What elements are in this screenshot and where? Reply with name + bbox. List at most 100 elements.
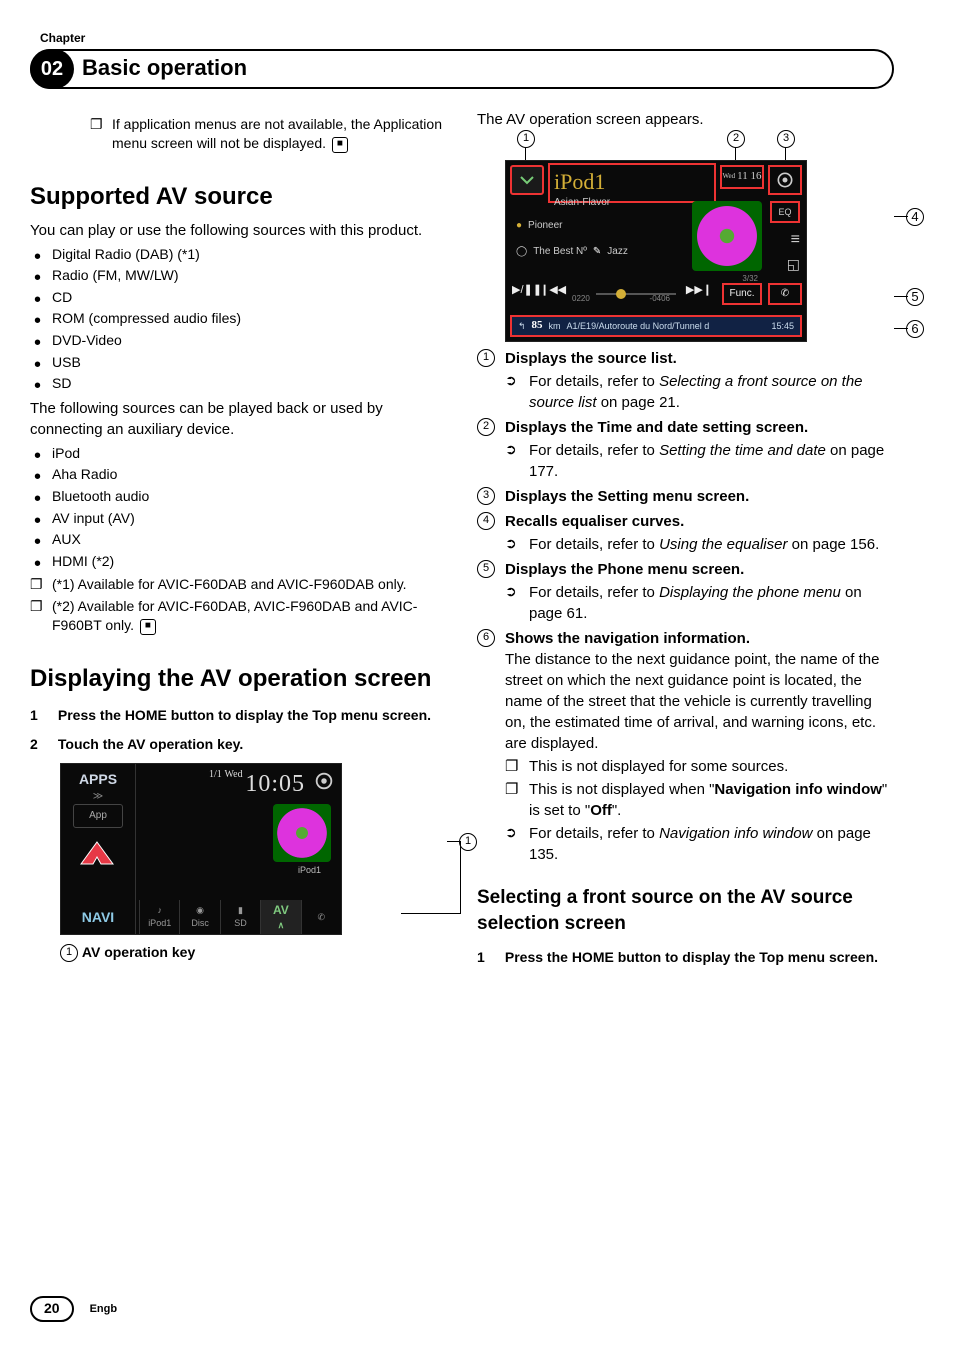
list-item: Digital Radio (DAB) (*1) (30, 245, 447, 265)
legend-item: 2 Displays the Time and date setting scr… (477, 417, 894, 482)
tab-disc[interactable]: ◉Disc (179, 900, 219, 934)
chapter-header: 02 Basic operation (30, 49, 894, 89)
text: on page 21. (597, 394, 680, 411)
settings-button[interactable] (768, 165, 802, 195)
window-icon[interactable]: ◱ (787, 255, 800, 275)
nav-turn-icon: ↰ (518, 320, 526, 333)
legend-item: 3 Displays the Setting menu screen. (477, 486, 894, 507)
func-button[interactable]: Func. (722, 283, 762, 305)
nav-arrow-icon[interactable] (77, 840, 117, 868)
divider (135, 764, 136, 934)
footnote-list: (*1) Available for AVIC-F60DAB and AVIC-… (30, 575, 447, 636)
step-1: 1 Press the HOME button to display the T… (30, 706, 447, 726)
disc-icon: ◯ (516, 245, 527, 259)
displaying-av-heading: Displaying the AV operation screen (30, 662, 447, 696)
av-screenshot-figure: iPod1 Asian-Flavor Wed 11 16 EQ ≡ ◱ 3/32 (505, 160, 894, 342)
tab-sd[interactable]: ▮SD (220, 900, 260, 934)
footnote: (*2) Available for AVIC-F60DAB, AVIC-F96… (30, 597, 447, 636)
phone-button[interactable]: ✆ (768, 283, 802, 305)
callout-4: 4 (906, 208, 924, 226)
section-end-icon (332, 137, 348, 153)
track-title: Asian-Flavor (554, 196, 710, 210)
nav-eta: 15:45 (771, 320, 794, 333)
apps-label[interactable]: APPS (65, 770, 131, 790)
sel-step-1: 1 Press the HOME button to display the T… (477, 948, 894, 968)
play-pause-button[interactable]: ▶/❚❚ (512, 283, 542, 298)
tab-label: Disc (191, 917, 209, 930)
tab-ipod[interactable]: ♪iPod1 (139, 900, 179, 934)
date-value: 11 16 (737, 169, 761, 184)
navi-label[interactable]: NAVI (65, 908, 131, 928)
bold-term: Navigation info window (714, 781, 882, 798)
list-item: iPod (30, 444, 447, 464)
list-item: Aha Radio (30, 465, 447, 485)
bold-term: Off (590, 802, 612, 819)
legend-label-rest: operation key (100, 944, 195, 960)
edit-icon[interactable]: ✎ (593, 245, 601, 259)
legend-1: 1 AV operation key (30, 943, 447, 963)
page-number: 20 (30, 1296, 74, 1322)
app-tile[interactable]: App (73, 804, 123, 828)
legend-detail: For details, refer to Displaying the pho… (505, 582, 894, 624)
progress-handle[interactable] (616, 289, 626, 299)
legend-note: This is not displayed when "Navigation i… (505, 779, 894, 821)
album-row: ◯ The Best Nº ✎ Jazz (516, 245, 686, 259)
time: 10:05 (245, 771, 305, 797)
text: on page 156. (787, 536, 879, 553)
source-list-button[interactable] (510, 165, 544, 195)
legend-num: 4 (477, 512, 495, 530)
album-art[interactable] (273, 804, 331, 862)
ref-italic: Navigation info window (659, 825, 812, 842)
step-number: 2 (30, 735, 54, 755)
content-columns: If application menus are not available, … (30, 109, 894, 972)
legend-title: Displays the source list. (505, 350, 677, 367)
callout-2: 2 (727, 130, 745, 148)
legend-item: 4 Recalls equaliser curves. For details,… (477, 511, 894, 555)
artist-row: ● Pioneer (516, 219, 686, 233)
nav-info-bar[interactable]: ↰ 85 km A1/E19/Autoroute du Nord/Tunnel … (510, 315, 802, 337)
callout-6: 6 (906, 320, 924, 338)
genre-name: Jazz (607, 245, 628, 259)
tab-label: AV (273, 902, 289, 919)
page-footer: 20 Engb (30, 1296, 117, 1322)
supported-intro: You can play or use the following source… (30, 220, 447, 241)
legend-title: Recalls equaliser curves. (505, 513, 684, 530)
step-text: Touch the AV operation key. (58, 736, 243, 752)
source-list-1: Digital Radio (DAB) (*1) Radio (FM, MW/L… (30, 245, 447, 394)
intro-note-text: If application menus are not available, … (112, 116, 442, 152)
legend-detail: For details, refer to Setting the time a… (505, 440, 894, 482)
nav-street: A1/E19/Autoroute du Nord/Tunnel d (567, 320, 710, 333)
text: For details, refer to (529, 584, 659, 601)
legend-title: Displays the Setting menu screen. (505, 488, 749, 505)
selecting-source-heading: Selecting a front source on the AV sourc… (477, 885, 894, 938)
footnote-text: (*2) Available for AVIC-F60DAB, AVIC-F96… (52, 598, 417, 634)
list-item: DVD-Video (30, 331, 447, 351)
tab-phone[interactable]: ✆ (301, 900, 341, 934)
step-text: Press the HOME button to display the Top… (58, 707, 431, 723)
datetime-button[interactable]: Wed 11 16 (720, 165, 764, 189)
right-column: The AV operation screen appears. 1 2 3 i… (477, 109, 894, 972)
tab-label: SD (234, 917, 247, 930)
callout-1: 1 (517, 130, 535, 148)
callout-line (460, 841, 461, 913)
tab-av[interactable]: AV∧ (260, 900, 300, 934)
text: ". (612, 802, 622, 819)
legend-num: 2 (477, 418, 495, 436)
eq-button[interactable]: EQ (770, 201, 800, 223)
shot2-top-callouts: 1 2 3 (505, 130, 805, 160)
callout-line (401, 913, 461, 914)
callout-5: 5 (906, 288, 924, 306)
clock[interactable]: 1/1 Wed 10:05 (209, 768, 305, 802)
list-item: USB (30, 353, 447, 373)
list-item: SD (30, 374, 447, 394)
weekday: Wed (225, 769, 243, 780)
list-item: ROM (compressed audio files) (30, 309, 447, 329)
step-number: 1 (477, 948, 501, 968)
av-operation-screenshot: iPod1 Asian-Flavor Wed 11 16 EQ ≡ ◱ 3/32 (505, 160, 807, 342)
chapter-number-badge: 02 (30, 49, 74, 89)
list-icon[interactable]: ≡ (791, 229, 800, 251)
text: For details, refer to (529, 373, 659, 390)
gear-icon[interactable] (313, 770, 335, 792)
legend-title: Displays the Time and date setting scree… (505, 419, 808, 436)
list-item: AV input (AV) (30, 509, 447, 529)
